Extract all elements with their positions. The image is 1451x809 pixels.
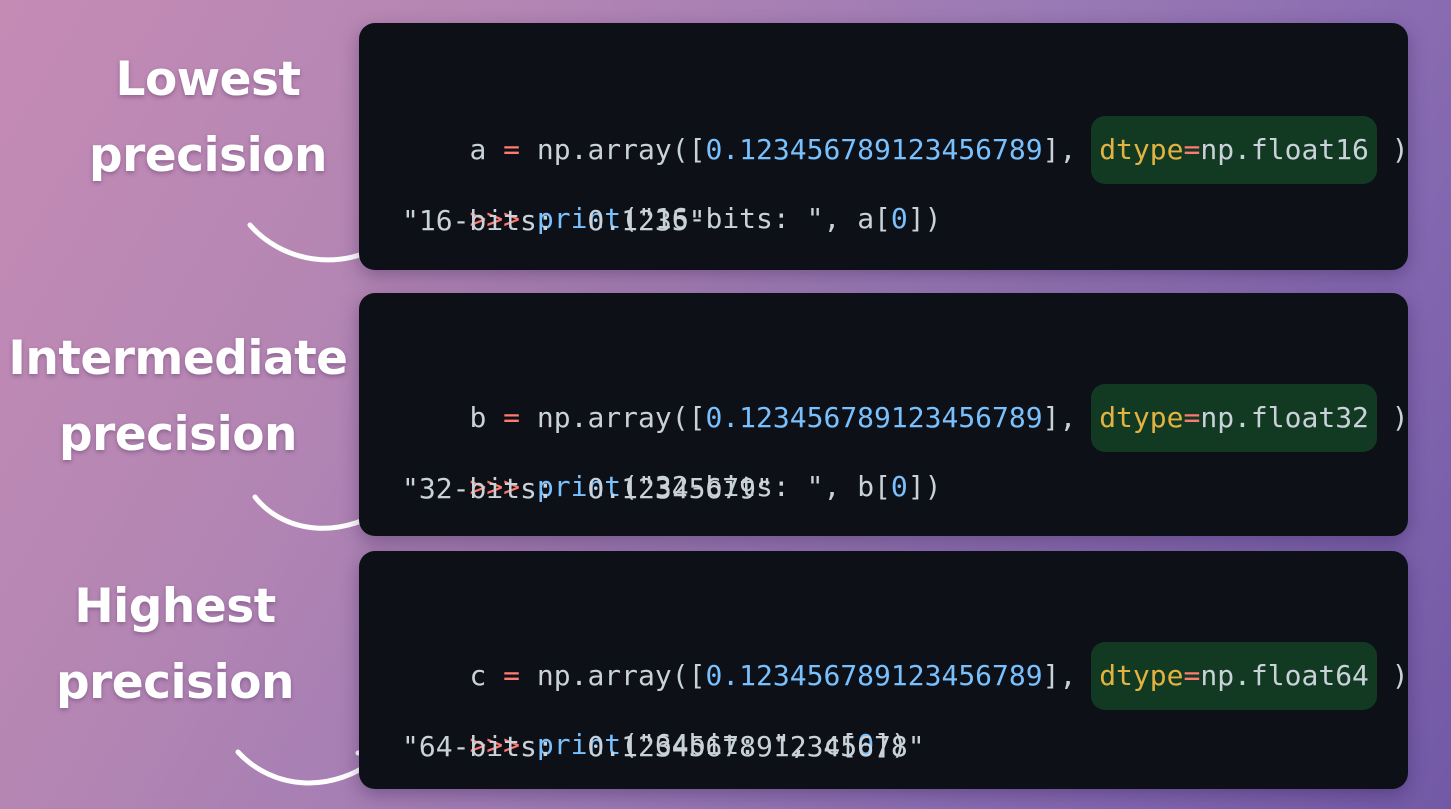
dtype-value: np.float32: [1200, 401, 1369, 434]
label-line-1: Lowest: [115, 52, 301, 107]
output-line: "32-bits: 0.12345679": [402, 472, 773, 505]
label-line-2: precision: [88, 128, 328, 183]
dtype-equals: =: [1183, 401, 1201, 434]
output-line: "64-bits: 0.12345678912345678": [402, 730, 925, 763]
call-close: ],: [1042, 401, 1077, 434]
label-highest-precision: Highest precision: [50, 569, 300, 721]
label-line-2: precision: [58, 407, 298, 462]
code-block-float16: a = np.array([0.123456789123456789], dty…: [359, 23, 1409, 270]
print-variable: a[: [857, 202, 891, 235]
label-line-2: precision: [55, 655, 295, 710]
label-line-1: Intermediate: [8, 331, 348, 386]
call-close: ],: [1042, 133, 1077, 166]
dtype-keyword: dtype: [1099, 659, 1184, 692]
dtype-value: np.float64: [1200, 659, 1369, 692]
label-lowest-precision: Lowest precision: [88, 42, 328, 194]
dtype-highlight: dtype=np.float64: [1091, 642, 1377, 710]
dtype-value: np.float16: [1200, 133, 1369, 166]
dtype-keyword: dtype: [1099, 401, 1184, 434]
paren-close: ): [1391, 659, 1409, 692]
dtype-highlight: dtype=np.float16: [1091, 116, 1377, 184]
print-variable: b[: [857, 470, 891, 503]
label-line-1: Highest: [74, 579, 276, 634]
call-close: ],: [1042, 659, 1077, 692]
dtype-equals: =: [1183, 659, 1201, 692]
print-separator: ,: [823, 202, 858, 235]
print-separator: ,: [823, 470, 858, 503]
print-close: ]): [907, 470, 942, 503]
dtype-keyword: dtype: [1099, 133, 1184, 166]
print-index: 0: [890, 202, 908, 235]
dtype-equals: =: [1183, 133, 1201, 166]
dtype-highlight: dtype=np.float32: [1091, 384, 1377, 452]
print-close: ]): [907, 202, 942, 235]
paren-close: ): [1391, 401, 1409, 434]
code-block-float32: b = np.array([0.123456789123456789], dty…: [359, 293, 1409, 536]
output-line: "16-bits: 0.1235": [402, 204, 706, 237]
label-intermediate-precision: Intermediate precision: [8, 321, 348, 473]
print-index: 0: [890, 470, 908, 503]
code-block-float64: c = np.array([0.123456789123456789], dty…: [359, 551, 1409, 789]
paren-close: ): [1391, 133, 1409, 166]
